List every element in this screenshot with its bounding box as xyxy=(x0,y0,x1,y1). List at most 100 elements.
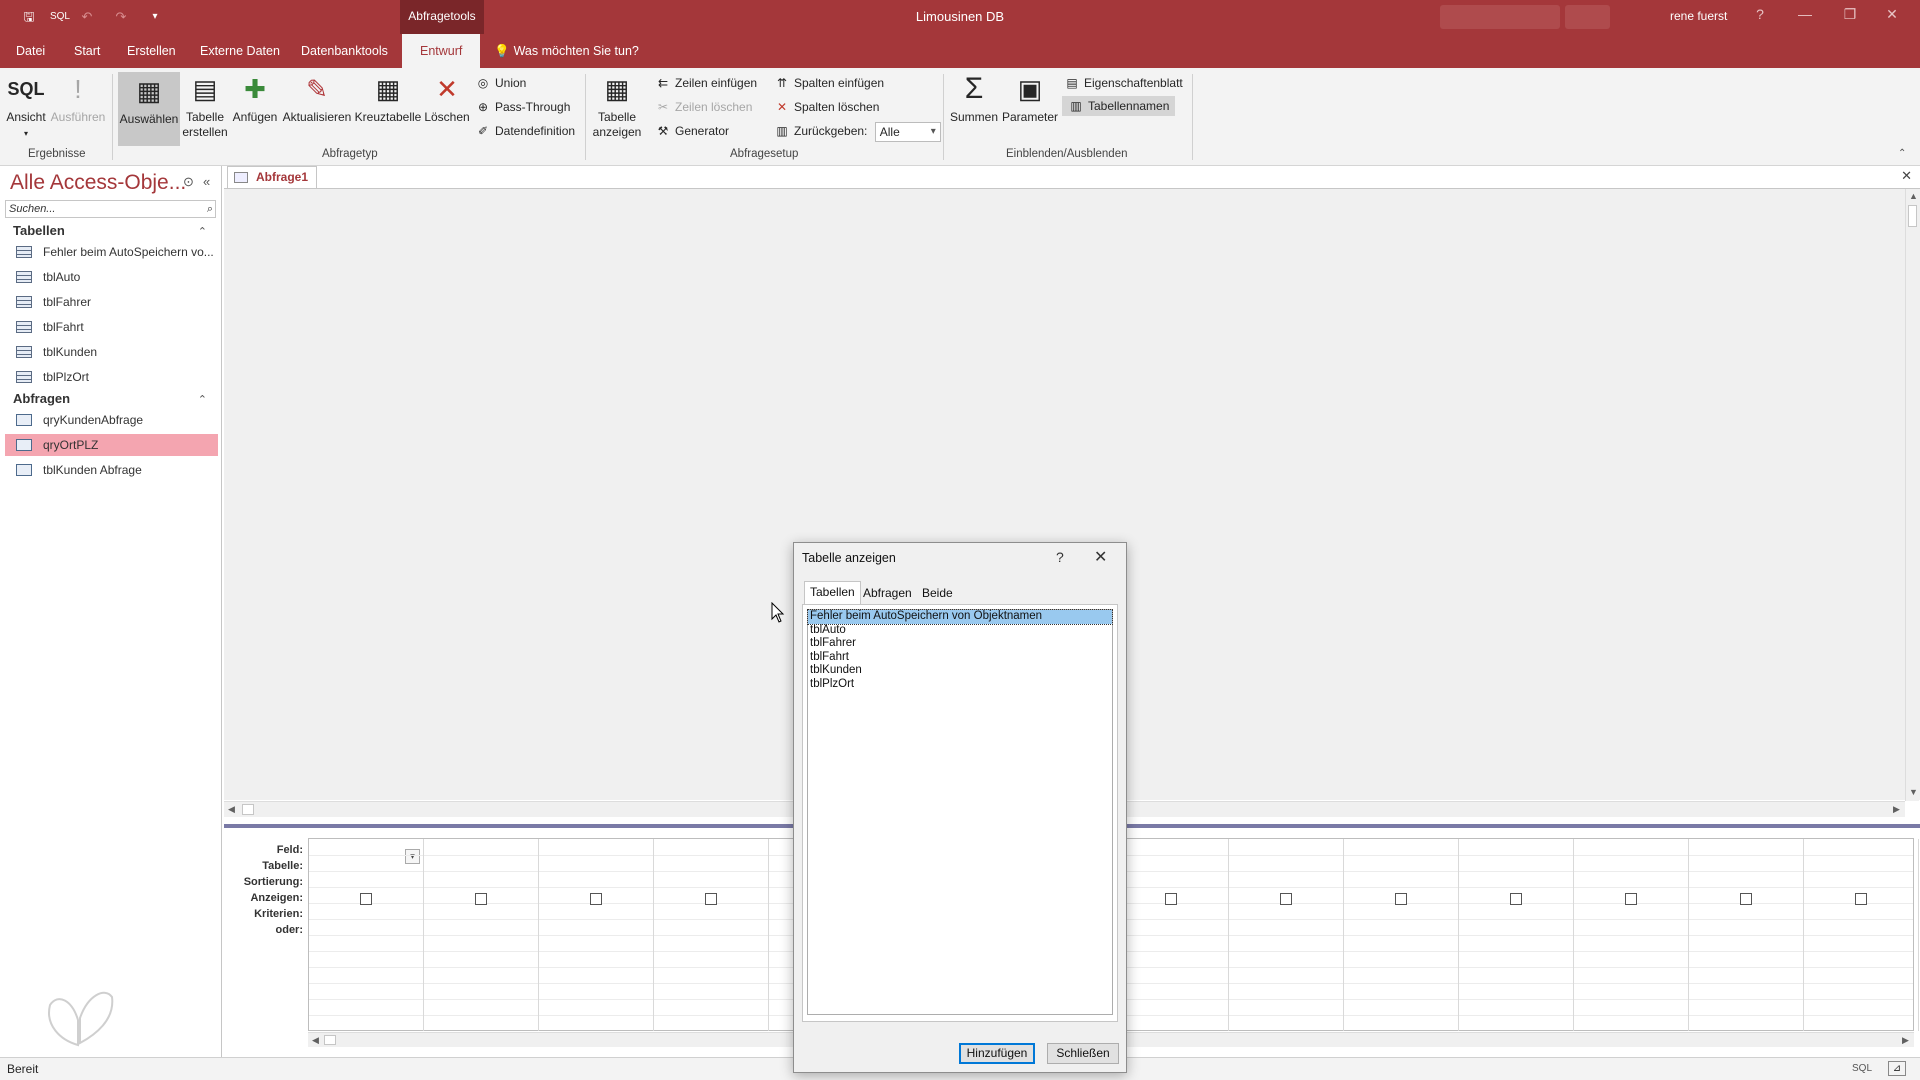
nav-query-item[interactable]: tblKunden Abfrage xyxy=(5,459,218,481)
nav-table-item[interactable]: tblAuto xyxy=(5,266,218,288)
list-item[interactable]: tblAuto xyxy=(808,624,1112,638)
nav-table-item[interactable]: tblFahrer xyxy=(5,291,218,313)
loeschen-button[interactable]: ✕ Löschen xyxy=(423,72,471,125)
tab-abfragen[interactable]: Abfragen xyxy=(858,583,917,605)
nav-query-item[interactable]: qryKundenAbfrage xyxy=(5,409,218,431)
union-button[interactable]: ◎ Union xyxy=(475,73,527,93)
eigenschaftenblatt-button[interactable]: ▤ Eigenschaftenblatt xyxy=(1064,73,1182,93)
document-tab[interactable]: Abfrage1 xyxy=(227,166,317,188)
anfuegen-button[interactable]: ✚ Anfügen xyxy=(231,72,279,125)
collapse-pane-icon[interactable]: « xyxy=(203,174,210,189)
grid-column[interactable] xyxy=(1574,839,1689,1031)
tell-me-box[interactable]: 💡 Was möchten Sie tun? xyxy=(494,34,639,68)
scroll-right-icon[interactable]: ▶ xyxy=(1902,1035,1909,1046)
scroll-right-icon[interactable]: ▶ xyxy=(1893,804,1900,815)
show-checkbox[interactable] xyxy=(705,893,717,905)
generator-button[interactable]: ⚒ Generator xyxy=(655,121,729,141)
show-checkbox[interactable] xyxy=(1395,893,1407,905)
nav-table-item[interactable]: Fehler beim AutoSpeichern vo... xyxy=(5,241,218,263)
table-listbox[interactable]: Fehler beim AutoSpeichern von Objektname… xyxy=(807,609,1113,1015)
show-checkbox[interactable] xyxy=(1165,893,1177,905)
table-pane-vscroll[interactable]: ▲ ▼ xyxy=(1905,189,1919,801)
scroll-thumb[interactable] xyxy=(242,804,254,815)
nav-table-item[interactable]: tblFahrt xyxy=(5,316,218,338)
tabelle-anzeigen-button[interactable]: ▦ Tabelle anzeigen xyxy=(590,72,644,140)
zurueckgeben-combo[interactable]: Alle xyxy=(874,121,941,142)
show-checkbox[interactable] xyxy=(1625,893,1637,905)
scroll-left-icon[interactable]: ◀ xyxy=(228,804,235,815)
nav-query-item-selected[interactable]: qryOrtPLZ xyxy=(5,434,218,456)
sql-view-button[interactable]: SQL xyxy=(1852,1063,1872,1074)
grid-column[interactable] xyxy=(1804,839,1919,1031)
close-button[interactable]: Schließen xyxy=(1047,1043,1119,1064)
grid-column[interactable] xyxy=(1114,839,1229,1031)
grid-column[interactable] xyxy=(424,839,539,1031)
nav-table-item[interactable]: tblKunden xyxy=(5,341,218,363)
nav-group-tabellen[interactable]: Tabellen xyxy=(13,223,65,238)
spalten-loeschen-button[interactable]: ✕ Spalten löschen xyxy=(774,97,879,117)
undo-icon[interactable]: ↶ xyxy=(78,7,96,27)
scroll-down-icon[interactable]: ▼ xyxy=(1909,787,1918,797)
menu-datei[interactable]: Datei xyxy=(16,34,45,68)
nav-search-input[interactable]: Suchen... ⌕ xyxy=(5,200,216,218)
show-checkbox[interactable] xyxy=(475,893,487,905)
chevron-down-icon[interactable]: ⊙ xyxy=(183,174,194,190)
datendefinition-button[interactable]: ✐ Datendefinition xyxy=(475,121,575,141)
menu-start[interactable]: Start xyxy=(74,34,100,68)
show-checkbox[interactable] xyxy=(1740,893,1752,905)
parameter-button[interactable]: ▣ Parameter xyxy=(1002,72,1058,125)
window-close-icon[interactable]: ✕ xyxy=(1872,6,1912,23)
minimize-icon[interactable]: — xyxy=(1785,6,1825,22)
zeilen-loeschen-button[interactable]: ✂ Zeilen löschen xyxy=(655,97,752,117)
nav-table-item[interactable]: tblPlzOrt xyxy=(5,366,218,388)
collapse-group-icon[interactable]: ⌃ xyxy=(198,393,207,406)
menu-datenbanktools[interactable]: Datenbanktools xyxy=(301,34,388,68)
close-icon[interactable]: ✕ xyxy=(1094,547,1107,567)
grid-column[interactable] xyxy=(654,839,769,1031)
show-checkbox[interactable] xyxy=(1510,893,1522,905)
list-item[interactable]: tblKunden xyxy=(808,664,1112,678)
collapse-ribbon-icon[interactable]: ⌃ xyxy=(1898,148,1906,159)
spalten-einfuegen-button[interactable]: ⇈ Spalten einfügen xyxy=(774,73,884,93)
menu-erstellen[interactable]: Erstellen xyxy=(127,34,176,68)
nav-pane-title[interactable]: Alle Access-Obje... xyxy=(10,171,186,195)
help-icon[interactable]: ? xyxy=(1056,549,1064,565)
show-checkbox[interactable] xyxy=(1855,893,1867,905)
grid-column[interactable] xyxy=(309,839,424,1031)
list-item[interactable]: tblFahrer xyxy=(808,637,1112,651)
collapse-group-icon[interactable]: ⌃ xyxy=(198,225,207,238)
nav-group-abfragen[interactable]: Abfragen xyxy=(13,391,70,406)
grid-column[interactable] xyxy=(1459,839,1574,1031)
tab-tabellen[interactable]: Tabellen xyxy=(804,581,861,605)
add-button[interactable]: Hinzufügen xyxy=(959,1043,1035,1064)
grid-column[interactable] xyxy=(1229,839,1344,1031)
ansicht-button[interactable]: SQL Ansicht ▾ xyxy=(4,72,48,141)
kreuztabelle-button[interactable]: ▦ Kreuztabelle xyxy=(354,72,422,125)
grid-column[interactable] xyxy=(1689,839,1804,1031)
list-item[interactable]: tblPlzOrt xyxy=(808,678,1112,692)
grid-column[interactable] xyxy=(539,839,654,1031)
show-checkbox[interactable] xyxy=(590,893,602,905)
aktualisieren-button[interactable]: ✎ Aktualisieren xyxy=(282,72,352,125)
scroll-thumb[interactable] xyxy=(324,1035,336,1045)
sql-quick-icon[interactable]: SQL xyxy=(48,7,72,27)
redo-icon[interactable]: ↷ xyxy=(112,7,130,27)
show-checkbox[interactable] xyxy=(360,893,372,905)
pass-through-button[interactable]: ⊕ Pass-Through xyxy=(475,97,570,117)
document-close-icon[interactable]: ✕ xyxy=(1901,168,1912,184)
zeilen-einfuegen-button[interactable]: ⇇ Zeilen einfügen xyxy=(655,73,757,93)
tabelle-erstellen-button[interactable]: ▤ Tabelle erstellen xyxy=(181,72,229,140)
restore-icon[interactable]: ❐ xyxy=(1830,6,1870,23)
list-item-selected[interactable]: Fehler beim AutoSpeichern von Objektname… xyxy=(807,609,1113,625)
list-item[interactable]: tblFahrt xyxy=(808,651,1112,665)
scroll-thumb[interactable] xyxy=(1908,205,1917,227)
menu-entwurf[interactable]: Entwurf xyxy=(402,34,481,69)
ribbon-help-icon[interactable]: ? xyxy=(1740,6,1780,22)
ausfuehren-button[interactable]: ! Ausführen xyxy=(50,72,106,125)
save-icon[interactable]: 🖫 xyxy=(20,7,38,27)
design-view-icon[interactable]: ⊿ xyxy=(1888,1061,1906,1076)
summen-button[interactable]: Σ Summen xyxy=(948,72,1000,125)
customize-qat-icon[interactable]: ▾ xyxy=(148,7,162,27)
user-name[interactable]: rene fuerst xyxy=(1670,0,1727,33)
scroll-left-icon[interactable]: ◀ xyxy=(312,1035,319,1046)
